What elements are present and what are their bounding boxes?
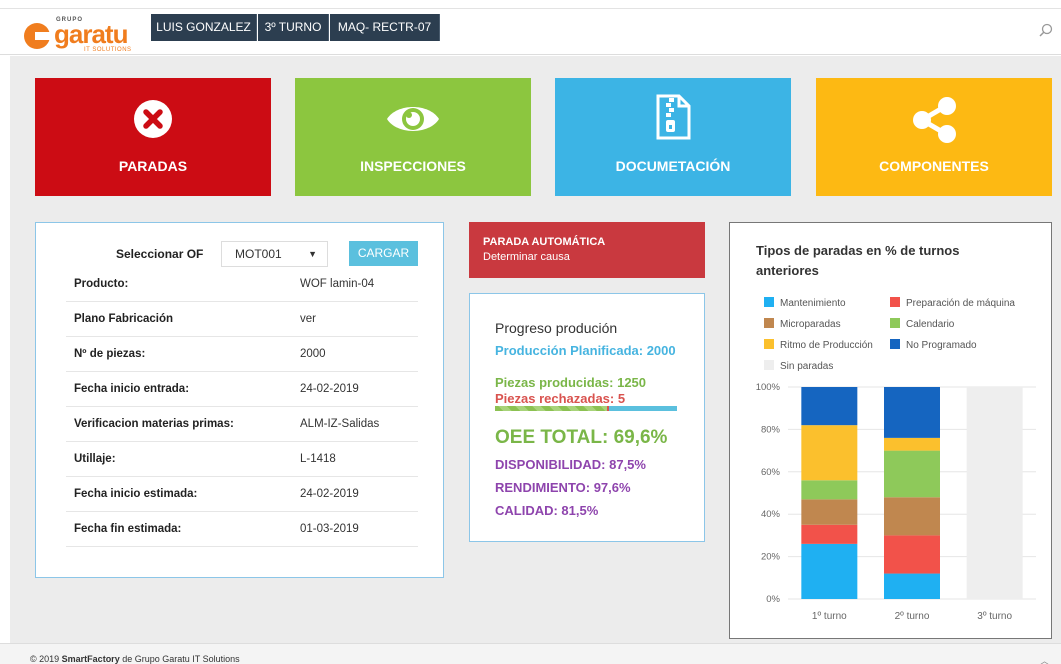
garatu-logo-icon	[24, 23, 50, 49]
bar-segment[interactable]	[884, 573, 940, 599]
produced-pieces: Piezas producidas: 1250	[495, 375, 647, 390]
of-select-value: MOT001	[235, 247, 282, 261]
y-tick-label: 0%	[766, 594, 780, 605]
detail-label: Verificacion materias primas:	[74, 418, 234, 430]
detail-label: Utillaje:	[74, 453, 116, 465]
y-tick-label: 40%	[761, 509, 781, 520]
availability: DISPONIBILIDAD: 87,5%	[495, 457, 646, 472]
quality: CALIDAD: 81,5%	[495, 503, 599, 518]
tile-inspecciones[interactable]: INSPECCIONES	[295, 78, 531, 196]
parada-title: PARADA AUTOMÁTICA	[483, 236, 606, 248]
page-footer: © 2019 SmartFactory de Grupo Garatu IT S…	[0, 643, 1061, 664]
detail-row: Plano Fabricación ver	[66, 302, 418, 337]
scroll-up-icon[interactable]: ︿	[1040, 654, 1049, 664]
footer-rest: de Grupo Garatu IT Solutions	[122, 654, 240, 664]
y-tick-label: 60%	[761, 467, 781, 478]
detail-row: Utillaje: L-1418	[66, 442, 418, 477]
y-tick-label: 100%	[756, 382, 781, 393]
tile-componentes[interactable]: COMPONENTES	[816, 78, 1052, 196]
logo-subtitle: IT SOLUTIONS	[84, 47, 132, 53]
bar-segment[interactable]	[966, 387, 1023, 599]
performance: RENDIMIENTO: 97,6%	[495, 480, 631, 495]
user-button[interactable]: LUIS GONZALEZ	[151, 14, 257, 41]
bar-segment[interactable]	[801, 480, 858, 500]
brand-logo[interactable]: GRUPO garatu IT SOLUTIONS	[24, 17, 144, 53]
tile-label: COMPONENTES	[879, 158, 989, 174]
detail-label: Fecha inicio estimada:	[74, 488, 198, 500]
detail-value: L-1418	[300, 453, 336, 465]
machine-button[interactable]: MAQ- RECTR-07	[330, 14, 440, 41]
x-tick-label: 1º turno	[812, 611, 847, 622]
footer-brand: SmartFactory	[61, 654, 120, 664]
detail-row: Verificacion materias primas: ALM-IZ-Sal…	[66, 407, 418, 442]
detail-value: ALM-IZ-Salidas	[300, 418, 380, 430]
planned-production: Producción Planificada: 2000	[495, 343, 676, 358]
parada-automatica-alert[interactable]: PARADA AUTOMÁTICA Determinar causa	[469, 222, 705, 278]
select-of-label: Seleccionar OF	[116, 247, 204, 261]
detail-value: 2000	[300, 348, 326, 360]
detail-label: Fecha inicio entrada:	[74, 383, 190, 395]
search-icon[interactable]	[1039, 23, 1053, 37]
detail-value: 01-03-2019	[300, 523, 359, 535]
tile-label: INSPECCIONES	[360, 158, 466, 174]
detail-row: Fecha fin estimada: 01-03-2019	[66, 512, 418, 547]
tile-documentacion[interactable]: DOCUMETACIÓN	[555, 78, 791, 196]
bar-segment[interactable]	[884, 437, 940, 451]
x-tick-label: 3º turno	[977, 611, 1012, 622]
cargar-button[interactable]: CARGAR	[349, 241, 418, 266]
shift-button[interactable]: 3º TURNO	[258, 14, 329, 41]
share-icon	[913, 97, 956, 143]
bar-segment[interactable]	[884, 450, 940, 498]
eye-icon	[387, 107, 439, 131]
bar-segment[interactable]	[801, 524, 858, 544]
of-select[interactable]: MOT001 ▼	[221, 241, 328, 267]
bar-segment[interactable]	[884, 497, 940, 536]
stops-chart-panel: Tipos de paradas en % de turnos anterior…	[729, 222, 1052, 639]
progress-bar-rejected	[606, 406, 609, 411]
bar-segment[interactable]	[801, 425, 858, 481]
stacked-bar-chart: 0% 20% 40% 60% 80% 100% 1º turno 2º turno 3º tur…	[756, 382, 1036, 622]
detail-value: 24-02-2019	[300, 383, 359, 395]
plano-link[interactable]: ver	[300, 313, 316, 325]
app-header: GRUPO garatu IT SOLUTIONS LUIS GONZALEZ …	[0, 9, 1061, 55]
bar-segment[interactable]	[801, 499, 858, 525]
close-circle-icon	[134, 100, 172, 138]
detail-label: Plano Fabricación	[74, 313, 174, 325]
x-tick-label: 2º turno	[895, 611, 930, 622]
footer-text: © 2019 SmartFactory de Grupo Garatu IT S…	[30, 654, 240, 664]
production-progress-bar	[495, 406, 677, 411]
detail-value: 24-02-2019	[300, 488, 359, 500]
zip-file-icon	[656, 94, 691, 140]
tile-label: DOCUMETACIÓN	[615, 158, 731, 174]
detail-row: Fecha inicio entrada: 24-02-2019	[66, 372, 418, 407]
detail-row: Producto: WOF lamin-04	[66, 267, 418, 302]
y-tick-label: 20%	[761, 552, 781, 563]
of-details-panel: Seleccionar OF MOT001 ▼ CARGAR Producto:…	[35, 222, 444, 578]
bar-segment[interactable]	[884, 535, 940, 574]
progress-bar-fill	[495, 406, 609, 411]
detail-row: Fecha inicio estimada: 24-02-2019	[66, 477, 418, 512]
oee-total: OEE TOTAL: 69,6%	[495, 427, 668, 448]
rejected-pieces: Piezas rechazadas: 5	[495, 391, 626, 406]
main-content: PARADAS INSPECCIONES DOCUMETACIÓN COMPON…	[10, 56, 1061, 643]
footer-year: © 2019	[30, 654, 60, 664]
detail-label: Nº de piezas:	[74, 348, 146, 360]
logo-name: garatu	[54, 19, 128, 49]
y-tick-label: 80%	[761, 424, 781, 435]
progress-panel: Progreso produción Producción Planificad…	[469, 293, 705, 542]
tile-paradas[interactable]: PARADAS	[35, 78, 271, 196]
parada-subtitle: Determinar causa	[483, 251, 570, 263]
detail-label: Producto:	[74, 278, 129, 290]
detail-label: Fecha fin estimada:	[74, 523, 182, 535]
tile-label: PARADAS	[118, 158, 188, 174]
bar-segment[interactable]	[801, 543, 858, 599]
bar-segment[interactable]	[884, 387, 940, 438]
progress-title: Progreso produción	[495, 320, 618, 336]
bar-segment[interactable]	[801, 387, 858, 426]
detail-row: Nº de piezas: 2000	[66, 337, 418, 372]
detail-value: WOF lamin-04	[300, 278, 375, 290]
chevron-down-icon: ▼	[308, 249, 317, 259]
